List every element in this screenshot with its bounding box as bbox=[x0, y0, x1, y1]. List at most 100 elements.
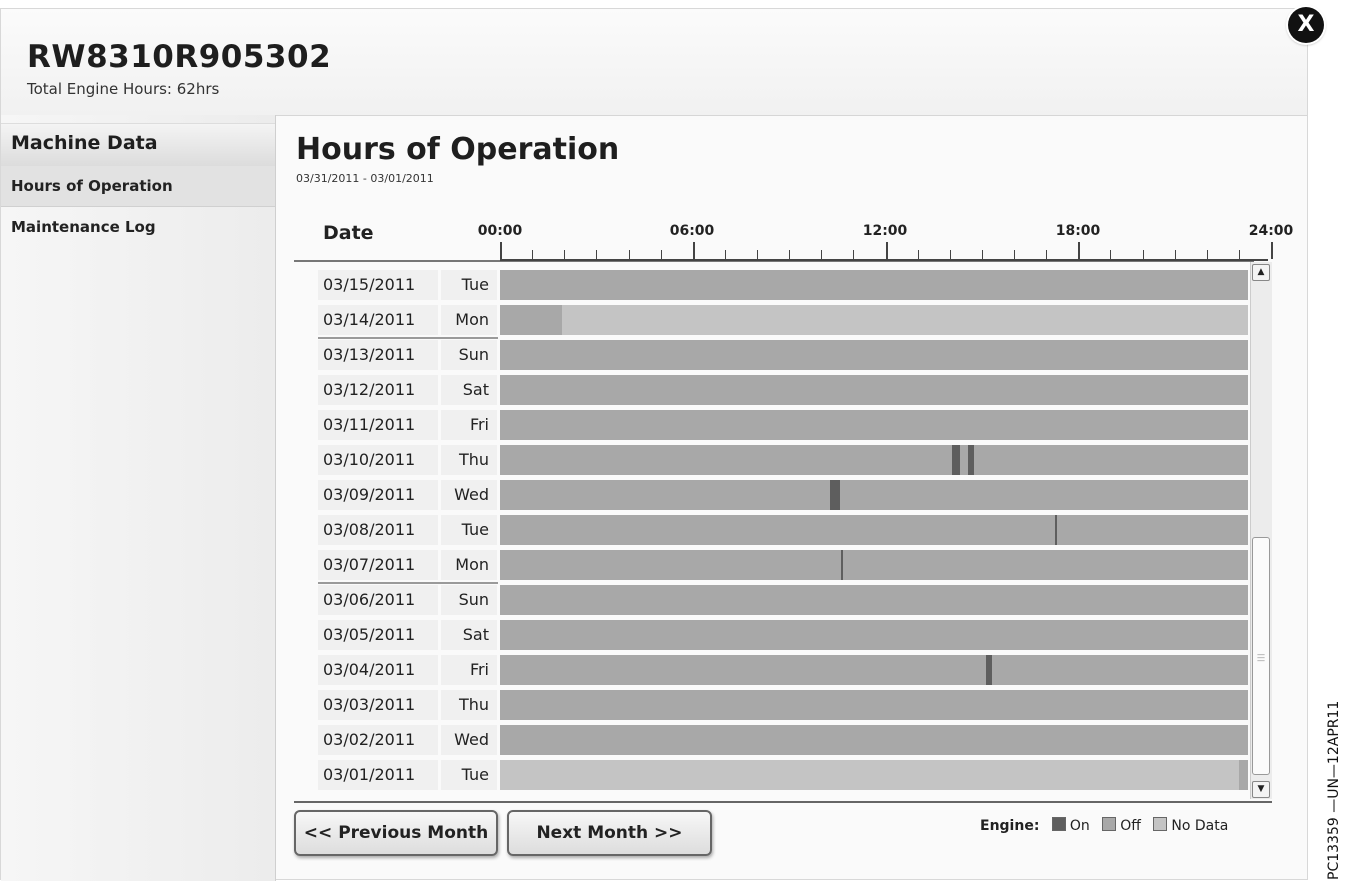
hours-bar[interactable] bbox=[500, 410, 1248, 440]
sidebar-item-label: Maintenance Log bbox=[11, 218, 156, 236]
hours-bar[interactable] bbox=[500, 585, 1248, 615]
week-separator bbox=[318, 337, 498, 339]
next-month-button[interactable]: Next Month >> bbox=[507, 810, 712, 856]
row-day: Fri bbox=[441, 655, 497, 685]
sidebar-title: Machine Data bbox=[1, 123, 275, 167]
axis-tick bbox=[1110, 250, 1112, 259]
hour-label: 06:00 bbox=[669, 223, 715, 239]
engine-on-segment bbox=[986, 655, 993, 685]
axis-tick bbox=[564, 250, 566, 259]
row-date: 03/15/2011 bbox=[318, 270, 438, 300]
axis-tick bbox=[628, 250, 630, 259]
row-date: 03/14/2011 bbox=[318, 305, 438, 335]
axis-tick bbox=[1174, 250, 1176, 259]
row-day: Sat bbox=[441, 375, 497, 405]
no-data-segment bbox=[562, 305, 1248, 335]
time-axis bbox=[500, 259, 1268, 261]
row-date: 03/06/2011 bbox=[318, 585, 438, 615]
axis-tick bbox=[500, 242, 502, 259]
hours-bar[interactable] bbox=[500, 270, 1248, 300]
legend-no-data-label: No Data bbox=[1171, 818, 1229, 834]
row-day: Wed bbox=[441, 480, 497, 510]
legend-no-data-swatch bbox=[1153, 817, 1168, 831]
legend-off-swatch bbox=[1102, 817, 1117, 831]
hours-bar[interactable] bbox=[500, 515, 1248, 545]
row-date: 03/04/2011 bbox=[318, 655, 438, 685]
row-date: 03/13/2011 bbox=[318, 340, 438, 370]
scroll-thumb[interactable]: — — — bbox=[1252, 537, 1270, 775]
row-day: Tue bbox=[441, 760, 497, 790]
date-column-header: Date bbox=[323, 222, 374, 244]
axis-tick bbox=[692, 242, 695, 259]
row-date: 03/09/2011 bbox=[318, 480, 438, 510]
engine-hours: Total Engine Hours: 62hrs bbox=[27, 80, 220, 98]
hours-bar[interactable] bbox=[500, 340, 1248, 370]
row-date: 03/05/2011 bbox=[318, 620, 438, 650]
axis-tick bbox=[917, 250, 919, 259]
engine-legend: Engine: On Off No Data bbox=[980, 817, 1228, 834]
hours-bar[interactable] bbox=[500, 725, 1248, 755]
axis-tick bbox=[853, 250, 855, 259]
date-range: 03/31/2011 - 03/01/2011 bbox=[296, 172, 434, 185]
hour-label: 12:00 bbox=[862, 223, 908, 239]
axis-tick bbox=[949, 250, 951, 259]
sidebar: Machine Data Hours of Operation Maintena… bbox=[1, 115, 276, 881]
hours-bar[interactable] bbox=[500, 550, 1248, 580]
watermark: PC13359 —UN—12APR11 bbox=[1326, 700, 1342, 880]
hours-bar[interactable] bbox=[500, 760, 1248, 790]
row-date: 03/03/2011 bbox=[318, 690, 438, 720]
row-date: 03/01/2011 bbox=[318, 760, 438, 790]
hour-label: 18:00 bbox=[1055, 223, 1101, 239]
row-day: Tue bbox=[441, 515, 497, 545]
engine-on-segment bbox=[951, 445, 960, 475]
hours-bar[interactable] bbox=[500, 480, 1248, 510]
sidebar-item-label: Hours of Operation bbox=[11, 177, 173, 195]
axis-tick bbox=[1271, 242, 1273, 259]
dialog-header: RW8310R905302 Total Engine Hours: 62hrs bbox=[1, 9, 1307, 116]
machine-id: RW8310R905302 bbox=[27, 39, 332, 75]
sidebar-item-maintenance-log[interactable]: Maintenance Log bbox=[1, 207, 275, 247]
hours-bar[interactable] bbox=[500, 445, 1248, 475]
row-day: Tue bbox=[441, 270, 497, 300]
row-date: 03/10/2011 bbox=[318, 445, 438, 475]
sidebar-title-label: Machine Data bbox=[11, 132, 158, 154]
row-day: Mon bbox=[441, 305, 497, 335]
hour-label: 00:00 bbox=[477, 223, 523, 239]
legend-on-label: On bbox=[1069, 818, 1090, 834]
axis-tick bbox=[1078, 242, 1081, 259]
hours-bar[interactable] bbox=[500, 620, 1248, 650]
axis-tick bbox=[532, 250, 534, 259]
axis-tick bbox=[757, 250, 758, 259]
hour-label: 24:00 bbox=[1248, 223, 1294, 239]
axis-tick bbox=[885, 242, 888, 259]
no-data-segment bbox=[500, 760, 1239, 790]
row-day: Mon bbox=[441, 550, 497, 580]
axis-tick bbox=[1238, 250, 1240, 259]
hours-bar[interactable] bbox=[500, 305, 1248, 335]
axis-tick bbox=[596, 250, 598, 259]
close-icon[interactable]: X bbox=[1288, 7, 1324, 43]
axis-tick bbox=[724, 250, 726, 259]
axis-tick bbox=[981, 250, 983, 259]
row-day: Sun bbox=[441, 340, 497, 370]
axis-tick bbox=[821, 250, 823, 259]
row-date: 03/12/2011 bbox=[318, 375, 438, 405]
row-date: 03/02/2011 bbox=[318, 725, 438, 755]
row-day: Fri bbox=[441, 410, 497, 440]
row-date: 03/08/2011 bbox=[318, 515, 438, 545]
axis-tick bbox=[1142, 250, 1144, 259]
axis-tick bbox=[1046, 250, 1048, 259]
row-day: Thu bbox=[441, 445, 497, 475]
row-date: 03/11/2011 bbox=[318, 410, 438, 440]
hours-bar[interactable] bbox=[500, 690, 1248, 720]
hours-bar[interactable] bbox=[500, 375, 1248, 405]
row-day: Sun bbox=[441, 585, 497, 615]
axis-tick bbox=[1014, 250, 1015, 259]
sidebar-item-hours-of-operation[interactable]: Hours of Operation bbox=[1, 166, 275, 207]
row-day: Sat bbox=[441, 620, 497, 650]
scroll-up-icon[interactable]: ▲ bbox=[1252, 264, 1270, 281]
hours-bar[interactable] bbox=[500, 655, 1248, 685]
scroll-down-icon[interactable]: ▼ bbox=[1252, 781, 1270, 798]
row-day: Thu bbox=[441, 690, 497, 720]
previous-month-button[interactable]: << Previous Month bbox=[294, 810, 498, 856]
